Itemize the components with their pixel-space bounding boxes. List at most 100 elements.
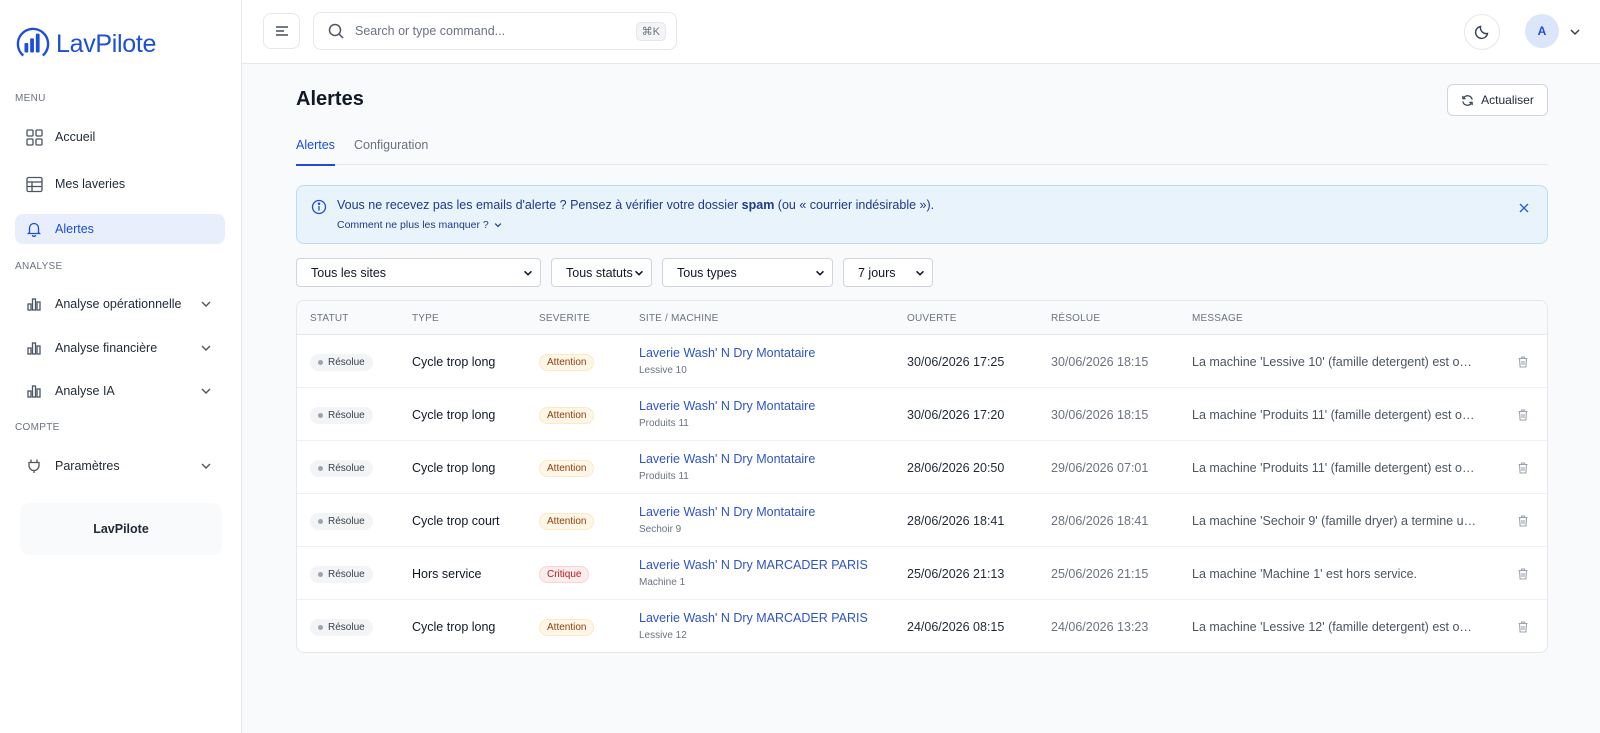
close-icon[interactable]: [1517, 201, 1531, 215]
sidebar-item-parametres[interactable]: Paramètres: [15, 451, 225, 481]
sidebar-item-analyse-financiere[interactable]: Analyse financière: [15, 333, 225, 363]
site-link[interactable]: Laverie Wash' N Dry MARCADER PARIS: [639, 611, 868, 625]
sidebar-item-label: Paramètres: [55, 459, 120, 473]
site-link[interactable]: Laverie Wash' N Dry Montataire: [639, 505, 815, 519]
column-header-message[interactable]: MESSAGE: [1192, 313, 1243, 324]
tab-configuration[interactable]: Configuration: [354, 138, 428, 164]
bar-chart-icon: [25, 339, 43, 357]
column-header-statut[interactable]: STATUT: [310, 313, 349, 324]
alert-type: Cycle trop long: [412, 620, 496, 634]
search-box[interactable]: ⌘K: [313, 12, 677, 50]
machine-name: Lessive 10: [639, 365, 687, 376]
table-row[interactable]: Résolue Cycle trop court Attention Laver…: [297, 494, 1547, 547]
menu-icon: [275, 26, 288, 36]
moon-icon: [1474, 25, 1489, 40]
status-badge: Résolue: [310, 619, 373, 636]
chevron-down-icon[interactable]: [1568, 25, 1582, 39]
site-link[interactable]: Laverie Wash' N Dry Montataire: [639, 452, 815, 466]
site-filter-select[interactable]: Tous les sites: [296, 258, 541, 287]
site-link[interactable]: Laverie Wash' N Dry Montataire: [639, 399, 815, 413]
trash-icon[interactable]: [1516, 408, 1530, 422]
chevron-down-icon: [816, 270, 824, 276]
opened-date: 24/06/2026 08:15: [907, 620, 1005, 634]
status-badge: Résolue: [310, 354, 373, 371]
search-icon: [328, 23, 344, 39]
refresh-button[interactable]: Actualiser: [1447, 84, 1548, 116]
spam-info-banner: Vous ne recevez pas les emails d'alerte …: [296, 185, 1548, 244]
opened-date: 30/06/2026 17:20: [907, 408, 1005, 422]
section-menu-label: MENU: [15, 93, 46, 104]
table-row[interactable]: Résolue Hors service Critique Laverie Wa…: [297, 547, 1547, 600]
table-row[interactable]: Résolue Cycle trop long Attention Laveri…: [297, 441, 1547, 494]
status-filter-select[interactable]: Tous statuts: [551, 258, 652, 287]
table-row[interactable]: Résolue Cycle trop long Attention Laveri…: [297, 600, 1547, 652]
opened-date: 28/06/2026 18:41: [907, 514, 1005, 528]
alert-message: La machine 'Lessive 10' (famille deterge…: [1192, 355, 1477, 369]
sidebar-item-label: Analyse financière: [55, 341, 158, 355]
bar-chart-icon: [25, 382, 43, 400]
alert-message: La machine 'Machine 1' est hors service.: [1192, 567, 1418, 581]
sidebar-item-analyse-ia[interactable]: Analyse IA: [15, 376, 225, 406]
logo-text: LavPilote: [56, 29, 157, 58]
type-filter-select[interactable]: Tous types: [662, 258, 833, 287]
table-row[interactable]: Résolue Cycle trop long Attention Laveri…: [297, 388, 1547, 441]
avatar[interactable]: A: [1525, 14, 1559, 48]
info-bold-word: spam: [741, 198, 775, 212]
sidebar-item-mes-laveries[interactable]: Mes laveries: [15, 169, 225, 199]
page-title: Alertes: [296, 88, 364, 110]
resolved-date: 30/06/2026 18:15: [1051, 355, 1149, 369]
logo-icon: [16, 27, 50, 61]
status-badge: Résolue: [310, 407, 373, 424]
sidebar-item-label: Accueil: [55, 130, 96, 144]
machine-name: Produits 11: [639, 471, 689, 482]
sidebar-item-analyse-operationnelle[interactable]: Analyse opérationnelle: [15, 289, 225, 319]
chevron-down-icon: [494, 223, 502, 228]
chevron-down-icon[interactable]: [199, 297, 213, 311]
info-help-link[interactable]: Comment ne plus les manquer ?: [337, 219, 503, 231]
alert-message: La machine 'Sechoir 9' (famille dryer) a…: [1192, 514, 1477, 528]
sidebar-item-accueil[interactable]: Accueil: [15, 122, 225, 152]
column-header-type[interactable]: TYPE: [412, 313, 439, 324]
site-link[interactable]: Laverie Wash' N Dry MARCADER PARIS: [639, 558, 868, 572]
chevron-down-icon[interactable]: [199, 384, 213, 398]
period-filter-select[interactable]: 7 jours: [843, 258, 933, 287]
column-header-severite[interactable]: SEVERITE: [539, 313, 590, 324]
machine-name: Sechoir 9: [639, 524, 682, 535]
plug-icon: [25, 457, 43, 475]
trash-icon[interactable]: [1516, 567, 1530, 581]
info-message: Vous ne recevez pas les emails d'alerte …: [337, 198, 935, 212]
resolved-date: 29/06/2026 07:01: [1051, 461, 1149, 475]
table-header: STATUT TYPE SEVERITE SITE / MACHINE OUVE…: [297, 301, 1547, 335]
column-header-resolue[interactable]: RÉSOLUE: [1051, 313, 1100, 324]
status-badge: Résolue: [310, 513, 373, 530]
sidebar-item-alertes[interactable]: Alertes: [15, 214, 225, 244]
column-header-site-machine[interactable]: SITE / MACHINE: [639, 313, 718, 324]
status-badge: Résolue: [310, 460, 373, 477]
chevron-down-icon[interactable]: [199, 341, 213, 355]
trash-icon[interactable]: [1516, 355, 1530, 369]
bell-icon: [25, 220, 43, 238]
trash-icon[interactable]: [1516, 514, 1530, 528]
alerts-table: STATUT TYPE SEVERITE SITE / MACHINE OUVE…: [296, 300, 1548, 653]
grid-icon: [25, 128, 43, 146]
tabs: Alertes Configuration: [296, 133, 1548, 166]
section-compte-label: COMPTE: [15, 422, 60, 433]
severity-badge: Attention: [539, 619, 595, 636]
column-header-ouverte[interactable]: OUVERTE: [907, 313, 957, 324]
severity-badge: Attention: [539, 407, 595, 424]
table-row[interactable]: Résolue Cycle trop long Attention Laveri…: [297, 335, 1547, 388]
status-badge: Résolue: [310, 566, 373, 583]
trash-icon[interactable]: [1516, 620, 1530, 634]
search-input[interactable]: [355, 24, 625, 38]
chevron-down-icon: [524, 270, 532, 276]
logo[interactable]: LavPilote: [16, 26, 156, 62]
info-icon: [311, 199, 327, 215]
theme-toggle-button[interactable]: [1464, 14, 1500, 50]
trash-icon[interactable]: [1516, 461, 1530, 475]
shortcut-badge: ⌘K: [635, 22, 666, 41]
menu-toggle-button[interactable]: [263, 13, 300, 49]
site-link[interactable]: Laverie Wash' N Dry Montataire: [639, 346, 815, 360]
chevron-down-icon[interactable]: [199, 459, 213, 473]
sidebar-item-label: Alertes: [55, 222, 94, 236]
tab-alertes[interactable]: Alertes: [296, 138, 335, 166]
